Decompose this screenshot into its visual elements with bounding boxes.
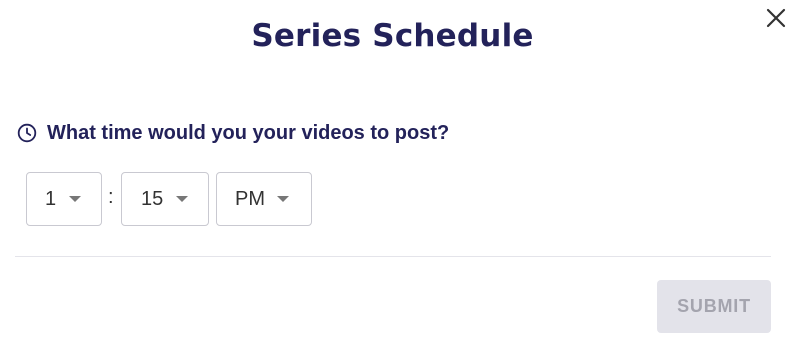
minute-value: 15 bbox=[141, 187, 164, 210]
chevron-down-icon bbox=[176, 196, 189, 202]
series-schedule-dialog: Series Schedule What time would you your… bbox=[0, 0, 800, 355]
chevron-down-icon bbox=[69, 196, 82, 202]
period-select[interactable]: PM bbox=[216, 172, 312, 226]
submit-button[interactable]: SUBMIT bbox=[657, 280, 771, 333]
hour-select[interactable]: 1 bbox=[26, 172, 102, 226]
time-question: What time would you your videos to post? bbox=[17, 118, 449, 148]
footer-divider bbox=[15, 256, 771, 257]
clock-icon bbox=[17, 123, 37, 143]
time-separator: : bbox=[108, 186, 114, 208]
dialog-title: Series Schedule bbox=[251, 18, 534, 54]
minute-select[interactable]: 15 bbox=[121, 172, 209, 226]
hour-value: 1 bbox=[45, 187, 57, 210]
period-value: PM bbox=[235, 187, 265, 210]
chevron-down-icon bbox=[277, 196, 289, 202]
question-label: What time would you your videos to post? bbox=[47, 121, 450, 144]
